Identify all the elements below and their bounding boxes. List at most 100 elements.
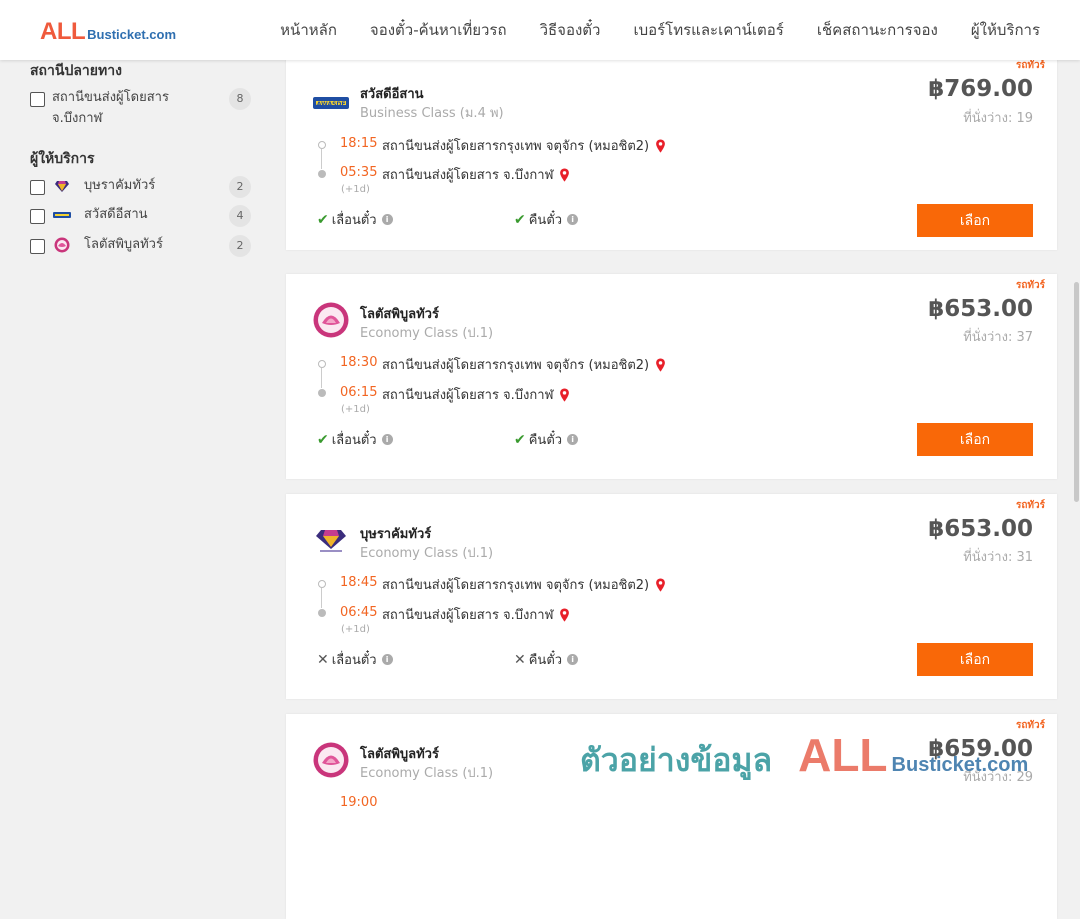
- arrival-station: สถานีขนส่งผู้โดยสาร จ.บึงกาฬ: [382, 384, 570, 405]
- operator-label: สวัสดีอีสาน: [84, 207, 148, 222]
- scrollbar-thumb[interactable]: [1074, 282, 1079, 502]
- arrival-station: สถานีขนส่งผู้โดยสาร จ.บึงกาฬ: [382, 604, 570, 625]
- arrival-time: 06:45: [340, 605, 378, 620]
- departure-station-name: สถานีขนส่งผู้โดยสารกรุงเทพ จตุจักร (หมอช…: [382, 578, 650, 593]
- seat-class: Business Class (ม.4 พ): [360, 106, 504, 121]
- map-pin-icon[interactable]: [655, 138, 666, 153]
- route-timeline: [317, 141, 327, 181]
- bus-type-tag: รถทัวร์: [1015, 500, 1045, 511]
- select-trip-button[interactable]: เลือก: [917, 204, 1033, 237]
- nav-home[interactable]: หน้าหลัก: [280, 18, 337, 42]
- map-pin-icon[interactable]: [655, 577, 666, 592]
- operator-label: โลตัสพิบูลทัวร์: [84, 237, 163, 252]
- lotus-logo-icon: [313, 302, 349, 338]
- departure-time: 18:45: [340, 575, 378, 590]
- departure-station-name: สถานีขนส่งผู้โดยสารกรุงเทพ จตุจักร (หมอช…: [382, 358, 650, 373]
- nav-phone-counter[interactable]: เบอร์โทรและเคาน์เตอร์: [633, 18, 783, 42]
- diamond-logo-icon: [53, 179, 71, 193]
- arrival-station-name: สถานีขนส่งผู้โดยสาร จ.บึงกาฬ: [382, 168, 554, 183]
- destination-dot-icon: [318, 609, 326, 617]
- trip-card: รถทัวร์ บุษราคัมทัวร์ Economy Class (ป.1…: [286, 494, 1057, 699]
- lotus-logo-icon: [53, 237, 71, 253]
- refund-label: คืนตั๋ว: [528, 433, 563, 448]
- trip-card: รถทัวร์ SAWASDEE สวัสดีอีสาน Business Cl…: [286, 45, 1057, 250]
- cross-icon: ✕: [514, 651, 526, 668]
- destination-dot-icon: [318, 170, 326, 178]
- info-icon[interactable]: i: [381, 214, 393, 225]
- page-scrollbar[interactable]: [1074, 60, 1080, 800]
- operator-count-badge: 2: [229, 235, 251, 257]
- arrival-station-name: สถานีขนส่งผู้โดยสาร จ.บึงกาฬ: [382, 388, 554, 403]
- seat-class: Economy Class (ป.1): [360, 326, 494, 341]
- postpone-policy: ✔ เลื่อนตั๋ว i: [317, 209, 393, 230]
- nav-operators[interactable]: ผู้ให้บริการ: [971, 18, 1040, 42]
- departure-station: สถานีขนส่งผู้โดยสารกรุงเทพ จตุจักร (หมอช…: [382, 354, 666, 375]
- departure-station: สถานีขนส่งผู้โดยสารกรุงเทพ จตุจักร (หมอช…: [382, 574, 666, 595]
- postpone-label: เลื่อนตั๋ว: [331, 653, 377, 668]
- site-logo[interactable]: ALL Busticket.com: [40, 18, 176, 46]
- map-pin-icon[interactable]: [559, 167, 570, 182]
- bus-type-tag: รถทัวร์: [1015, 280, 1045, 291]
- check-icon: ✔: [514, 431, 526, 448]
- operator-name: โลตัสพิบูลทัวร์: [360, 307, 439, 322]
- operator-name: บุษราคัมทัวร์: [360, 527, 432, 542]
- sawasdee-logo-icon: SAWASDEE: [313, 85, 349, 121]
- info-icon[interactable]: i: [381, 434, 393, 445]
- ticket-price: ฿653.00: [928, 516, 1033, 542]
- operator-checkbox[interactable]: [30, 180, 45, 195]
- refund-policy: ✕ คืนตั๋ว i: [514, 649, 579, 670]
- operator-checkbox[interactable]: [30, 209, 45, 224]
- map-pin-icon[interactable]: [559, 607, 570, 622]
- operator-count-badge: 4: [229, 205, 251, 227]
- refund-policy: ✔ คืนตั๋ว i: [514, 429, 579, 450]
- info-icon[interactable]: i: [381, 654, 393, 665]
- filter-operator-row[interactable]: โลตัสพิบูลทัวร์ 2: [30, 235, 256, 257]
- top-header: ALL Busticket.com หน้าหลัก จองตั๋ว-ค้นหา…: [0, 0, 1080, 60]
- ticket-price: ฿653.00: [928, 296, 1033, 322]
- nav-how-to-book[interactable]: วิธีจองตั๋ว: [540, 18, 601, 42]
- select-trip-button[interactable]: เลือก: [917, 423, 1033, 456]
- next-day-indicator: (+1d): [341, 624, 370, 635]
- seats-available: ที่นั่งว่าง: 37: [963, 330, 1033, 345]
- bus-type-tag: รถทัวร์: [1015, 60, 1045, 71]
- arrival-station: สถานีขนส่งผู้โดยสาร จ.บึงกาฬ: [382, 164, 570, 185]
- operator-name: โลตัสพิบูลทัวร์: [360, 747, 439, 762]
- info-icon[interactable]: i: [567, 434, 579, 445]
- filter-destination-row[interactable]: สถานีขนส่งผู้โดยสาร จ.บึงกาฬ 8: [30, 88, 256, 129]
- postpone-label: เลื่อนตั๋ว: [331, 213, 377, 228]
- route-line: [321, 368, 322, 388]
- destination-checkbox[interactable]: [30, 92, 45, 107]
- seat-class: Economy Class (ป.1): [360, 546, 494, 561]
- destination-count-badge: 8: [229, 88, 251, 110]
- map-pin-icon[interactable]: [655, 357, 666, 372]
- seats-available: ที่นั่งว่าง: 31: [963, 550, 1033, 565]
- route-line: [321, 588, 322, 608]
- seats-available: ที่นั่งว่าง: 29: [963, 770, 1033, 785]
- check-icon: ✔: [317, 211, 329, 228]
- destination-dot-icon: [318, 389, 326, 397]
- route-line: [321, 149, 322, 169]
- bus-type-tag: รถทัวร์: [1015, 720, 1045, 731]
- operator-name: สวัสดีอีสาน: [360, 87, 424, 102]
- select-trip-button[interactable]: เลือก: [917, 643, 1033, 676]
- sawasdee-logo-icon: [53, 208, 71, 222]
- filter-operator-row[interactable]: บุษราคัมทัวร์ 2: [30, 176, 256, 198]
- main-nav: หน้าหลัก จองตั๋ว-ค้นหาเที่ยวรถ วิธีจองตั…: [247, 0, 1040, 60]
- map-pin-icon[interactable]: [559, 387, 570, 402]
- info-icon[interactable]: i: [567, 654, 579, 665]
- route-timeline: [317, 360, 327, 400]
- departure-station: สถานีขนส่งผู้โดยสารกรุงเทพ จตุจักร (หมอช…: [382, 135, 666, 156]
- trip-card: รถทัวร์ โลตัสพิบูลทัวร์ Economy Class (ป…: [286, 714, 1057, 919]
- refund-label: คืนตั๋ว: [528, 653, 563, 668]
- info-icon[interactable]: i: [567, 214, 579, 225]
- postpone-policy: ✕ เลื่อนตั๋ว i: [317, 649, 393, 670]
- origin-dot-icon: [318, 360, 326, 368]
- operator-checkbox[interactable]: [30, 239, 45, 254]
- nav-book-search[interactable]: จองตั๋ว-ค้นหาเที่ยวรถ: [370, 18, 507, 42]
- nav-check-booking[interactable]: เช็คสถานะการจอง: [817, 18, 938, 42]
- filter-operator-row[interactable]: สวัสดีอีสาน 4: [30, 205, 256, 227]
- operator-count-badge: 2: [229, 176, 251, 198]
- departure-time: 18:30: [340, 355, 378, 370]
- arrival-time: 05:35: [340, 165, 378, 180]
- destination-filter-title: สถานีปลายทาง: [30, 63, 122, 79]
